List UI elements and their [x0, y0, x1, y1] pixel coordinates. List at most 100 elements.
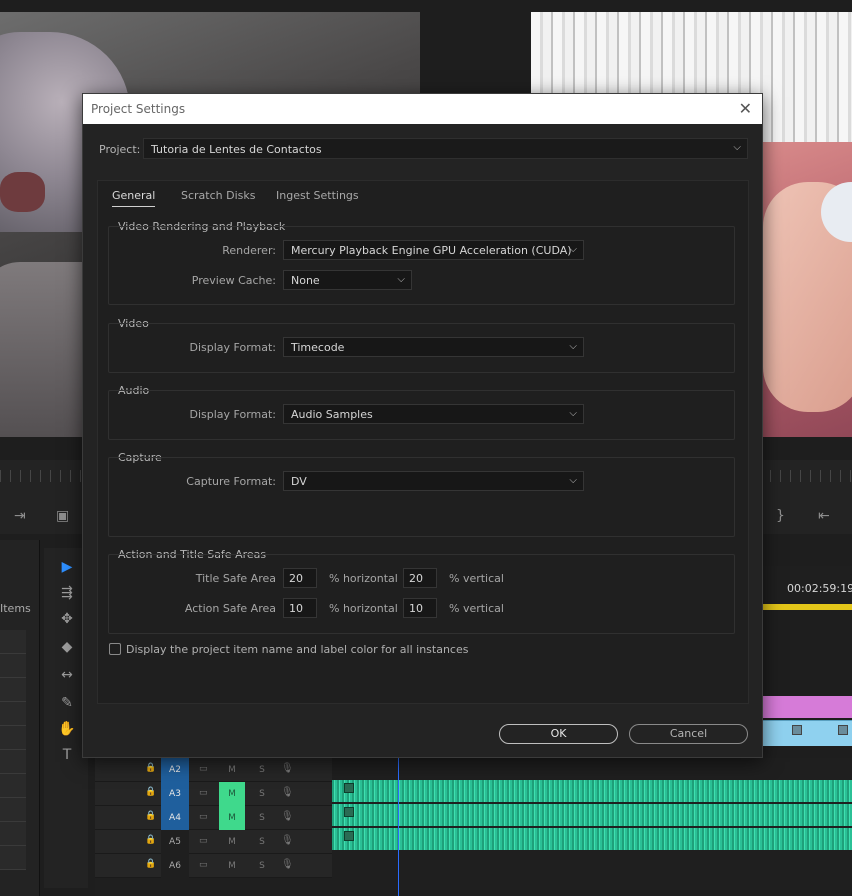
mute-button-a5[interactable]: M: [219, 830, 245, 854]
fx-badge-icon: [792, 725, 802, 735]
mic-icon[interactable]: 🎙: [281, 787, 294, 798]
sync-lock-icon[interactable]: ▭: [199, 788, 208, 798]
go-to-in-icon[interactable]: ⇤: [818, 508, 830, 524]
mic-icon[interactable]: 🎙: [281, 835, 294, 846]
lock-icon[interactable]: 🔒: [145, 763, 156, 773]
selection-tool-icon[interactable]: ▶: [58, 558, 76, 576]
fx-badge-icon: [344, 831, 354, 841]
audio-clip-a5[interactable]: [332, 828, 852, 850]
lock-icon[interactable]: 🔒: [145, 787, 156, 797]
type-tool-icon[interactable]: T: [58, 746, 76, 764]
action-safe-area-label: Action Safe Area: [184, 602, 276, 615]
project-item-list[interactable]: [0, 630, 26, 870]
tab-general[interactable]: General: [112, 189, 156, 207]
tab-scratch-disks[interactable]: Scratch Disks: [181, 189, 255, 202]
track-target-a2[interactable]: A2: [161, 758, 189, 782]
group-capture: [108, 457, 735, 537]
items-label: Items: [0, 602, 31, 615]
razor-tool-icon[interactable]: ◆: [58, 638, 76, 656]
track-header-a6: 🔒 A6 ▭ M S 🎙: [95, 854, 332, 878]
renderer-select[interactable]: Mercury Playback Engine GPU Acceleration…: [283, 240, 584, 260]
group-video-rendering: [108, 226, 735, 305]
chevron-down-icon: ⌵: [569, 408, 577, 419]
dialog-titlebar: Project Settings ✕: [83, 94, 762, 124]
video-display-format-label: Display Format:: [189, 341, 276, 354]
solo-button-a5[interactable]: S: [255, 830, 269, 854]
settings-panel: General Scratch Disks Ingest Settings Vi…: [97, 180, 749, 704]
audio-clip-a3[interactable]: [332, 780, 852, 802]
audio-display-format-value: Audio Samples: [291, 408, 373, 421]
sync-lock-icon[interactable]: ▭: [199, 812, 208, 822]
horizontal-unit-label: % horizontal: [329, 572, 398, 585]
pen-tool-icon[interactable]: ✎: [58, 694, 76, 712]
track-target-a5[interactable]: A5: [161, 830, 189, 854]
ok-button[interactable]: OK: [499, 724, 618, 744]
sync-lock-icon[interactable]: ▭: [199, 860, 208, 870]
audio-clip-a4[interactable]: [332, 804, 852, 826]
sync-lock-icon[interactable]: ▭: [199, 836, 208, 846]
hand-tool-icon[interactable]: ✋: [58, 720, 76, 738]
dialog-title: Project Settings: [91, 102, 186, 116]
video-display-format-select[interactable]: Timecode ⌵: [283, 337, 584, 357]
display-item-name-checkbox[interactable]: [109, 643, 121, 655]
ripple-edit-tool-icon[interactable]: ✥: [58, 610, 76, 628]
capture-format-select[interactable]: DV ⌵: [283, 471, 584, 491]
slip-tool-icon[interactable]: ↔: [58, 666, 76, 684]
track-header-a2: 🔒 A2 ▭ M S 🎙: [95, 758, 332, 782]
capture-format-value: DV: [291, 475, 307, 488]
action-safe-horizontal-input[interactable]: 10: [283, 598, 317, 618]
lock-icon[interactable]: 🔒: [145, 859, 156, 869]
audio-display-format-label: Display Format:: [189, 408, 276, 421]
track-header-a3: 🔒 A3 ▭ M S 🎙: [95, 782, 332, 806]
chevron-down-icon: ⌵: [733, 142, 741, 153]
timeline-playhead[interactable]: [398, 758, 399, 896]
title-safe-horizontal-input[interactable]: 20: [283, 568, 317, 588]
go-to-out-icon[interactable]: ⇥: [14, 508, 26, 524]
mute-button-a4[interactable]: M: [219, 806, 245, 830]
video-frame-figure-mouth: [0, 172, 45, 212]
cancel-button[interactable]: Cancel: [629, 724, 748, 744]
track-target-a6[interactable]: A6: [161, 854, 189, 878]
action-safe-vertical-input[interactable]: 10: [403, 598, 437, 618]
solo-button-a2[interactable]: S: [255, 758, 269, 782]
video-display-format-value: Timecode: [291, 341, 345, 354]
vertical-unit-label: % vertical: [449, 602, 504, 615]
mic-icon[interactable]: 🎙: [281, 859, 294, 870]
renderer-label: Renderer:: [222, 244, 276, 257]
lock-icon[interactable]: 🔒: [145, 811, 156, 821]
mute-button-a2[interactable]: M: [219, 758, 245, 782]
vertical-unit-label: % vertical: [449, 572, 504, 585]
project-select-value: Tutoria de Lentes de Contactos: [151, 143, 322, 156]
mic-icon[interactable]: 🎙: [281, 811, 294, 822]
video-clip-blue[interactable]: [762, 720, 852, 746]
mute-button-a3[interactable]: M: [219, 782, 245, 806]
chevron-down-icon: ⌵: [569, 475, 577, 486]
chevron-down-icon: ⌵: [569, 341, 577, 352]
tab-ingest-settings[interactable]: Ingest Settings: [276, 189, 359, 202]
mic-icon[interactable]: 🎙: [281, 763, 294, 774]
track-select-tool-icon[interactable]: ⇶: [58, 584, 76, 602]
bracket-icon[interactable]: }: [776, 508, 785, 524]
timeline-timecode[interactable]: 00:02:59:19: [787, 582, 852, 595]
preview-cache-select[interactable]: None ⌵: [283, 270, 412, 290]
mute-button-a6[interactable]: M: [219, 854, 245, 878]
video-clip-pink[interactable]: [762, 696, 852, 718]
close-icon[interactable]: ✕: [739, 99, 752, 118]
track-header-a4: 🔒 A4 ▭ M S 🎙: [95, 806, 332, 830]
export-frame-icon[interactable]: ▣: [56, 508, 69, 524]
solo-button-a4[interactable]: S: [255, 806, 269, 830]
display-item-name-label[interactable]: Display the project item name and label …: [126, 643, 468, 656]
capture-format-label: Capture Format:: [186, 475, 276, 488]
project-select[interactable]: Tutoria de Lentes de Contactos ⌵: [143, 138, 748, 159]
lock-icon[interactable]: 🔒: [145, 835, 156, 845]
solo-button-a3[interactable]: S: [255, 782, 269, 806]
track-target-a4[interactable]: A4: [161, 806, 189, 830]
title-safe-vertical-input[interactable]: 20: [403, 568, 437, 588]
track-target-a3[interactable]: A3: [161, 782, 189, 806]
audio-display-format-select[interactable]: Audio Samples ⌵: [283, 404, 584, 424]
solo-button-a6[interactable]: S: [255, 854, 269, 878]
sync-lock-icon[interactable]: ▭: [199, 764, 208, 774]
group-safe-areas: [108, 554, 735, 634]
work-area-bar[interactable]: [762, 604, 852, 610]
renderer-value: Mercury Playback Engine GPU Acceleration…: [291, 244, 572, 257]
